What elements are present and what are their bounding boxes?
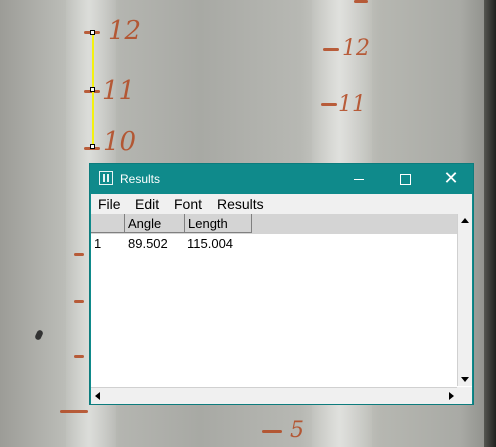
scale-tick: [60, 410, 88, 413]
scale-tick: [262, 430, 282, 433]
scale-number-left: 11: [102, 76, 136, 106]
table-header: Angle Length: [91, 214, 458, 234]
scale-number-left: 10: [103, 127, 137, 157]
maximize-icon: [399, 173, 411, 185]
scale-tick: [74, 355, 84, 358]
column-header-length[interactable]: Length: [185, 214, 252, 233]
horizontal-scrollbar[interactable]: [91, 387, 458, 404]
scroll-right-icon[interactable]: [449, 392, 454, 400]
line-handle-top[interactable]: [90, 30, 95, 35]
scale-tick: [323, 48, 339, 51]
column-header-index[interactable]: [91, 214, 125, 233]
results-window: Results ✕ File Edit Font Results Angle L…: [89, 163, 474, 405]
maximize-button[interactable]: [382, 164, 428, 194]
row-index: 1: [94, 236, 102, 251]
menu-file[interactable]: File: [98, 196, 121, 212]
scale-number-left: 12: [108, 16, 142, 46]
scale-number-right: 12: [342, 36, 370, 61]
scale-tick: [354, 0, 368, 3]
vertical-scrollbar[interactable]: [457, 214, 472, 386]
column-header-angle[interactable]: Angle: [125, 214, 185, 233]
scale-tick: [321, 103, 337, 106]
menu-results[interactable]: Results: [217, 196, 264, 212]
scale-tick: [74, 253, 84, 256]
scroll-up-icon[interactable]: [461, 218, 469, 223]
scale-tick: [74, 300, 84, 303]
scroll-left-icon[interactable]: [95, 392, 100, 400]
close-button[interactable]: ✕: [428, 164, 474, 194]
scroll-down-icon[interactable]: [461, 377, 469, 382]
menu-bar: File Edit Font Results: [91, 194, 472, 214]
line-handle-middle[interactable]: [90, 87, 95, 92]
close-icon: ✕: [443, 168, 459, 189]
angle-value: 89.502: [128, 236, 168, 251]
table-row[interactable]: 1 89.502 115.004: [91, 235, 458, 253]
title-bar[interactable]: Results ✕: [90, 164, 473, 194]
results-table: Angle Length 1 89.502 115.004: [91, 214, 472, 404]
scale-number-right: 11: [338, 92, 366, 117]
window-title: Results: [120, 172, 161, 186]
minimize-button[interactable]: [336, 164, 382, 194]
dark-speck: [34, 329, 44, 341]
scale-number-right: 5: [290, 418, 304, 443]
scrollbar-corner: [457, 387, 472, 404]
length-value: 115.004: [187, 236, 234, 251]
photo-dark-edge: [484, 0, 496, 447]
minimize-icon: [354, 178, 364, 180]
line-handle-bottom[interactable]: [90, 144, 95, 149]
imagej-icon: [99, 171, 113, 185]
menu-edit[interactable]: Edit: [135, 196, 159, 212]
menu-font[interactable]: Font: [174, 196, 202, 212]
